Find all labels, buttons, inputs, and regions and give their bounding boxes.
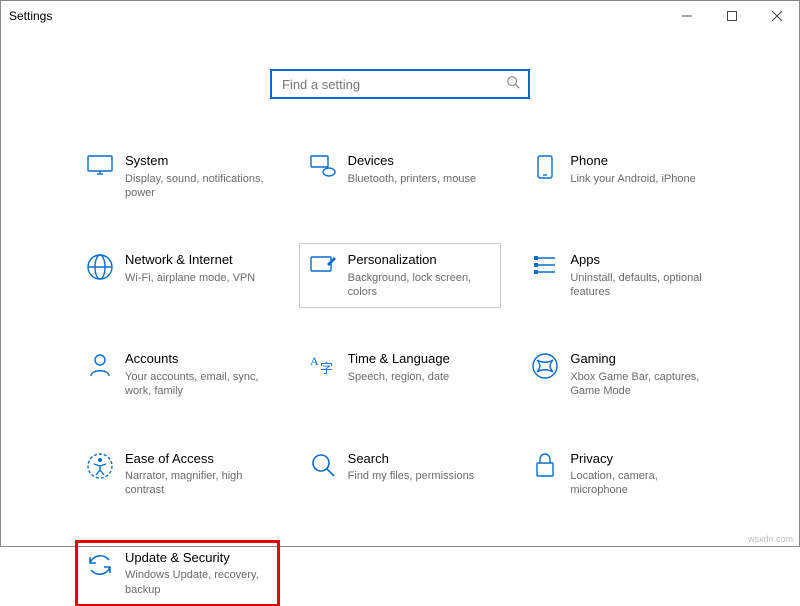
personalization-icon <box>308 254 338 276</box>
window-title: Settings <box>9 9 52 23</box>
tile-label: Time & Language <box>348 351 450 367</box>
ease-of-access-icon <box>85 453 115 479</box>
svg-text:A: A <box>310 354 319 368</box>
close-button[interactable] <box>754 1 799 31</box>
tile-label: Gaming <box>570 351 715 367</box>
tile-label: Apps <box>570 252 715 268</box>
tile-privacy[interactable]: Privacy Location, camera, microphone <box>521 442 724 507</box>
tile-desc: Find my files, permissions <box>348 469 475 483</box>
tile-content: Phone Link your Android, iPhone <box>570 153 695 186</box>
system-icon <box>85 155 115 175</box>
tile-content: Apps Uninstall, defaults, optional featu… <box>570 252 715 299</box>
titlebar: Settings <box>1 1 799 31</box>
search-icon <box>506 75 520 94</box>
tile-desc: Link your Android, iPhone <box>570 172 695 186</box>
tile-content: Accounts Your accounts, email, sync, wor… <box>125 351 270 398</box>
tile-gaming[interactable]: Gaming Xbox Game Bar, captures, Game Mod… <box>521 342 724 407</box>
tile-content: Devices Bluetooth, printers, mouse <box>348 153 476 186</box>
tile-label: Devices <box>348 153 476 169</box>
tile-phone[interactable]: Phone Link your Android, iPhone <box>521 144 724 209</box>
tile-desc: Location, camera, microphone <box>570 469 715 498</box>
tile-desc: Narrator, magnifier, high contrast <box>125 469 270 498</box>
tile-label: Update & Security <box>125 550 270 566</box>
minimize-icon <box>682 11 692 21</box>
tile-label: Network & Internet <box>125 252 255 268</box>
update-security-icon <box>85 552 115 578</box>
tile-label: Personalization <box>348 252 493 268</box>
maximize-icon <box>727 11 737 21</box>
tile-content: Update & Security Windows Update, recove… <box>125 550 270 597</box>
tile-desc: Your accounts, email, sync, work, family <box>125 370 270 399</box>
search-container <box>1 69 799 99</box>
settings-grid: System Display, sound, notifications, po… <box>76 144 724 606</box>
gaming-icon <box>530 353 560 379</box>
tile-label: Phone <box>570 153 695 169</box>
tile-desc: Wi-Fi, airplane mode, VPN <box>125 271 255 285</box>
tile-content: Gaming Xbox Game Bar, captures, Game Mod… <box>570 351 715 398</box>
tile-label: Search <box>348 451 475 467</box>
tile-desc: Speech, region, date <box>348 370 450 384</box>
tile-accounts[interactable]: Accounts Your accounts, email, sync, wor… <box>76 342 279 407</box>
tile-desc: Background, lock screen, colors <box>348 271 493 300</box>
tile-content: System Display, sound, notifications, po… <box>125 153 270 200</box>
tile-apps[interactable]: Apps Uninstall, defaults, optional featu… <box>521 243 724 308</box>
tile-content: Search Find my files, permissions <box>348 451 475 484</box>
tile-desc: Uninstall, defaults, optional features <box>570 271 715 300</box>
tile-network[interactable]: Network & Internet Wi-Fi, airplane mode,… <box>76 243 279 308</box>
tile-content: Ease of Access Narrator, magnifier, high… <box>125 451 270 498</box>
tile-desc: Bluetooth, printers, mouse <box>348 172 476 186</box>
phone-icon <box>530 155 560 179</box>
tile-desc: Display, sound, notifications, power <box>125 172 270 201</box>
tile-label: Accounts <box>125 351 270 367</box>
accounts-icon <box>85 353 115 377</box>
maximize-button[interactable] <box>709 1 754 31</box>
tile-update-security[interactable]: Update & Security Windows Update, recove… <box>76 541 279 606</box>
tile-personalization[interactable]: Personalization Background, lock screen,… <box>299 243 502 308</box>
search-input[interactable] <box>280 76 506 93</box>
svg-text:字: 字 <box>320 361 333 375</box>
tile-devices[interactable]: Devices Bluetooth, printers, mouse <box>299 144 502 209</box>
close-icon <box>772 11 782 21</box>
apps-icon <box>530 254 560 276</box>
tile-label: Privacy <box>570 451 715 467</box>
tile-desc: Windows Update, recovery, backup <box>125 568 270 597</box>
minimize-button[interactable] <box>664 1 709 31</box>
tile-content: Personalization Background, lock screen,… <box>348 252 493 299</box>
tile-desc: Xbox Game Bar, captures, Game Mode <box>570 370 715 399</box>
tile-system[interactable]: System Display, sound, notifications, po… <box>76 144 279 209</box>
search-tile-icon <box>308 453 338 477</box>
tile-label: System <box>125 153 270 169</box>
devices-icon <box>308 155 338 177</box>
time-language-icon: A字 <box>308 353 338 375</box>
tile-ease-of-access[interactable]: Ease of Access Narrator, magnifier, high… <box>76 442 279 507</box>
privacy-icon <box>530 453 560 477</box>
tile-time-language[interactable]: A字 Time & Language Speech, region, date <box>299 342 502 407</box>
network-icon <box>85 254 115 280</box>
window-buttons <box>664 1 799 31</box>
tile-label: Ease of Access <box>125 451 270 467</box>
tile-content: Time & Language Speech, region, date <box>348 351 450 384</box>
search-box[interactable] <box>270 69 530 99</box>
tile-search[interactable]: Search Find my files, permissions <box>299 442 502 507</box>
tile-content: Privacy Location, camera, microphone <box>570 451 715 498</box>
tile-content: Network & Internet Wi-Fi, airplane mode,… <box>125 252 255 285</box>
watermark: wsxdn.com <box>748 534 793 544</box>
